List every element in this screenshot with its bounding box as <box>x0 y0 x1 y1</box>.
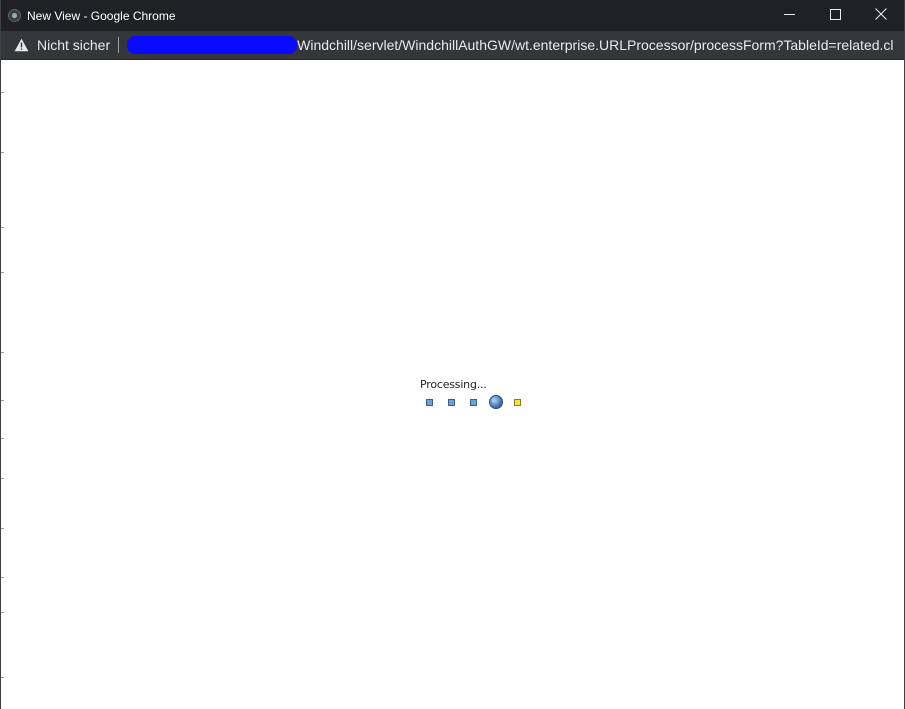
loading-dot-active <box>489 395 503 409</box>
window-title: New View - Google Chrome <box>27 8 176 23</box>
edge-mark <box>1 478 4 479</box>
edge-mark <box>1 528 4 529</box>
edge-mark <box>1 400 4 401</box>
maximize-button[interactable] <box>812 0 858 31</box>
edge-mark <box>1 92 4 93</box>
close-icon <box>875 7 887 25</box>
browser-window: New View - Google Chrome Nicht sicher Wi… <box>0 0 905 709</box>
loading-dot <box>448 399 455 406</box>
loading-dot <box>426 399 433 406</box>
url-text[interactable]: Windchill/servlet/WindchillAuthGW/wt.ent… <box>297 37 893 53</box>
loading-dot-yellow <box>514 399 521 406</box>
edge-mark <box>1 677 4 678</box>
edge-mark <box>1 438 4 439</box>
edge-mark <box>1 352 4 353</box>
chrome-app-icon <box>7 9 21 23</box>
loading-dot <box>470 399 477 406</box>
edge-mark <box>1 227 4 228</box>
security-status-label[interactable]: Nicht sicher <box>37 37 110 53</box>
edge-mark <box>1 577 4 578</box>
edge-mark <box>1 612 4 613</box>
minimize-icon <box>783 7 795 25</box>
warning-triangle-icon[interactable] <box>13 37 29 53</box>
address-bar[interactable]: Nicht sicher Windchill/servlet/Windchill… <box>1 31 904 60</box>
close-button[interactable] <box>858 0 904 31</box>
minimize-button[interactable] <box>766 0 812 31</box>
window-controls <box>766 0 904 31</box>
edge-mark <box>1 152 4 153</box>
processing-indicator: Processing... <box>420 378 530 409</box>
edge-mark <box>1 272 4 273</box>
address-separator <box>118 37 120 53</box>
loading-dots <box>420 393 530 409</box>
title-bar[interactable]: New View - Google Chrome <box>1 0 904 31</box>
page-content: Processing... <box>1 60 904 709</box>
processing-label: Processing... <box>420 378 487 391</box>
maximize-icon <box>829 7 841 25</box>
redacted-host <box>127 36 298 54</box>
